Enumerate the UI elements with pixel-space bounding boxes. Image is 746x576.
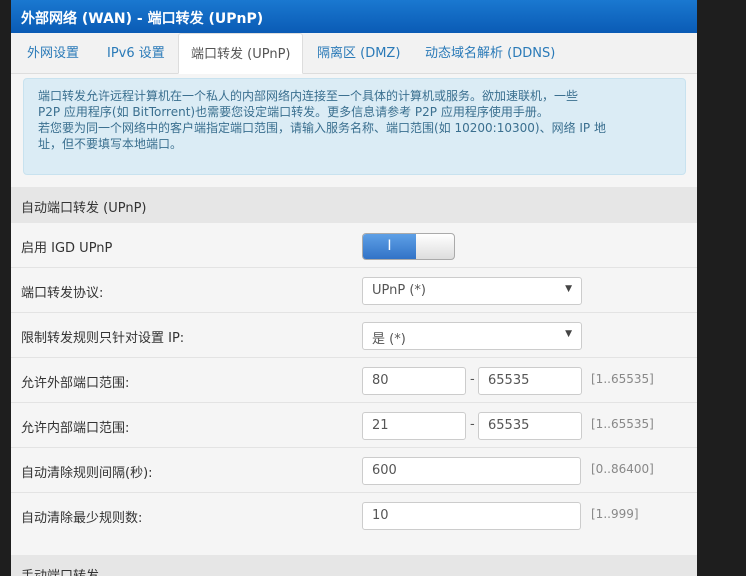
toggle-on-glyph: I [363, 234, 416, 259]
minrules-input[interactable]: 10 [362, 502, 581, 530]
range-dash: - [470, 417, 475, 432]
tab-ddns[interactable]: 动态域名解析 (DDNS) [413, 33, 567, 74]
upnp-panel: 外部网络 (WAN) - 端口转发 (UPnP) 外网设置 IPv6 设置 端口… [11, 0, 697, 576]
row-protocol: 端口转发协议: UPnP (*) ▼ [11, 268, 697, 313]
tab-dmz[interactable]: 隔离区 (DMZ) [305, 33, 412, 74]
int-port-from-input[interactable]: 21 [362, 412, 466, 440]
ext-port-from-input[interactable]: 80 [362, 367, 466, 395]
row-external-port: 允许外部端口范围: 80 - 65535 [1..65535] [11, 358, 697, 403]
restrict-value: 是 (*) [372, 332, 406, 347]
chevron-down-icon: ▼ [565, 284, 572, 294]
interval-input[interactable]: 600 [362, 457, 581, 485]
minrules-label: 自动清除最少规则数: [21, 511, 143, 526]
interval-label: 自动清除规则间隔(秒): [21, 466, 153, 481]
interval-hint: [0..86400] [591, 462, 654, 476]
row-min-rules: 自动清除最少规则数: 10 [1..999] [11, 493, 697, 538]
ext-hint: [1..65535] [591, 372, 654, 386]
panel-title: 外部网络 (WAN) - 端口转发 (UPnP) [11, 0, 697, 33]
tab-port-forwarding[interactable]: 端口转发 (UPnP) [178, 33, 304, 74]
row-clean-interval: 自动清除规则间隔(秒): 600 [0..86400] [11, 448, 697, 493]
range-dash: - [470, 372, 475, 387]
section-auto-upnp: 自动端口转发 (UPnP) [11, 187, 697, 223]
restrict-label: 限制转发规则只针对设置 IP: [21, 331, 185, 346]
section-manual-forwarding: 手动端口转发 [11, 555, 697, 576]
minrules-hint: [1..999] [591, 507, 639, 521]
tab-wan-settings[interactable]: 外网设置 [15, 33, 91, 74]
restrict-select[interactable]: 是 (*) ▼ [362, 322, 582, 350]
int-hint: [1..65535] [591, 417, 654, 431]
ext-port-to-input[interactable]: 65535 [478, 367, 582, 395]
row-internal-port: 允许内部端口范围: 21 - 65535 [1..65535] [11, 403, 697, 448]
tab-ipv6[interactable]: IPv6 设置 [95, 33, 177, 74]
info-line: 若您要为同一个网络中的客户端指定端口范围，请输入服务名称、端口范围(如 1020… [38, 121, 606, 135]
int-label: 允许内部端口范围: [21, 421, 130, 436]
info-line: P2P 应用程序(如 BitTorrent)也需要您设定端口转发。更多信息请参考… [38, 105, 549, 119]
protocol-label: 端口转发协议: [21, 286, 104, 301]
tab-bar: 外网设置 IPv6 设置 端口转发 (UPnP) 隔离区 (DMZ) 动态域名解… [11, 33, 697, 74]
info-line: 址，但不要填写本地端口。 [38, 137, 183, 151]
int-port-to-input[interactable]: 65535 [478, 412, 582, 440]
protocol-value: UPnP (*) [372, 283, 426, 298]
igd-upnp-toggle[interactable]: I [362, 233, 455, 260]
info-box: 端口转发允许远程计算机在一个私人的内部网络内连接至一个具体的计算机或服务。欲加速… [23, 78, 686, 175]
igd-label: 启用 IGD UPnP [21, 241, 113, 256]
chevron-down-icon: ▼ [565, 329, 572, 339]
ext-label: 允许外部端口范围: [21, 376, 130, 391]
info-line: 端口转发允许远程计算机在一个私人的内部网络内连接至一个具体的计算机或服务。欲加速… [38, 89, 579, 103]
row-igd-upnp: 启用 IGD UPnP I [11, 223, 697, 268]
row-restrict-ip: 限制转发规则只针对设置 IP: 是 (*) ▼ [11, 313, 697, 358]
protocol-select[interactable]: UPnP (*) ▼ [362, 277, 582, 305]
